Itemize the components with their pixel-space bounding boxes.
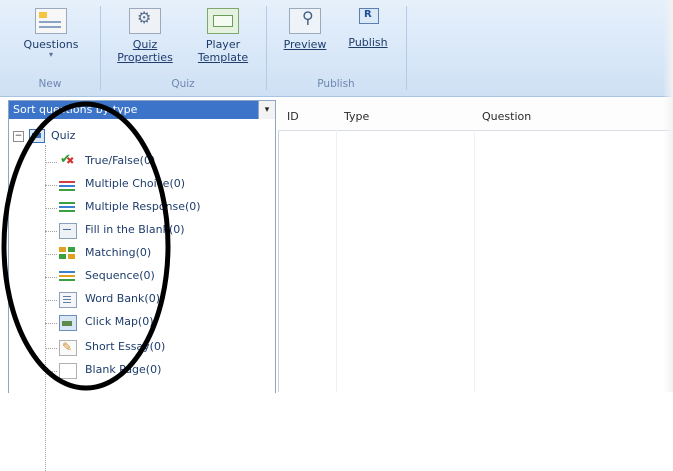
sort-dropdown[interactable]: Sort questions by type ▾ bbox=[9, 101, 275, 119]
template-icon bbox=[207, 8, 239, 34]
tree-connector bbox=[45, 300, 57, 301]
quiz-properties-button[interactable]: Quiz Properties bbox=[110, 6, 180, 64]
preview-button-label: Preview bbox=[283, 38, 327, 51]
app-window: Questions ▾ New Quiz Properties Player T… bbox=[0, 0, 673, 471]
ribbon-group-quiz: Quiz Properties Player Template Quiz bbox=[104, 4, 262, 92]
tree-connector bbox=[45, 208, 57, 209]
publish-icon bbox=[353, 8, 383, 32]
questions-icon bbox=[35, 8, 67, 34]
fill-in-blank-icon bbox=[59, 223, 77, 239]
tree-connector bbox=[45, 162, 57, 163]
column-divider bbox=[336, 130, 337, 392]
sort-dropdown-value: Sort questions by type bbox=[13, 103, 138, 116]
tree-item-label: Sequence(0) bbox=[85, 269, 155, 282]
preview-button[interactable]: Preview bbox=[276, 6, 334, 51]
ribbon: Questions ▾ New Quiz Properties Player T… bbox=[0, 0, 673, 97]
player-template-label-line2: Template bbox=[197, 51, 249, 64]
tree-connector bbox=[45, 254, 57, 255]
blank-page-icon bbox=[59, 363, 77, 379]
ribbon-group-publish: Preview Publish Publish bbox=[270, 4, 402, 92]
word-bank-icon bbox=[59, 292, 77, 308]
group-label-quiz: Quiz bbox=[171, 78, 195, 90]
sequence-icon bbox=[59, 269, 75, 283]
question-tree-panel: Sort questions by type ▾ − Quiz True/Fal… bbox=[8, 100, 276, 471]
tree-item-label: Word Bank(0) bbox=[85, 292, 160, 305]
column-header-type[interactable]: Type bbox=[344, 110, 369, 123]
publish-button[interactable]: Publish bbox=[340, 6, 396, 49]
player-template-label-line1: Player bbox=[205, 38, 241, 51]
tree-root-label: Quiz bbox=[51, 129, 76, 142]
column-header-question[interactable]: Question bbox=[482, 110, 531, 123]
group-label-new: New bbox=[38, 78, 62, 90]
quiz-properties-label-line2: Properties bbox=[117, 51, 173, 64]
click-map-icon bbox=[59, 315, 77, 331]
publish-button-label: Publish bbox=[348, 36, 388, 49]
ribbon-separator bbox=[266, 6, 267, 90]
questions-button[interactable]: Questions ▾ bbox=[20, 6, 82, 59]
grid-header: ID Type Question bbox=[278, 100, 673, 131]
ribbon-separator bbox=[406, 6, 407, 90]
tree-connector bbox=[45, 185, 57, 186]
quiz-properties-label-line1: Quiz bbox=[132, 38, 158, 51]
ribbon-group-new: Questions ▾ New bbox=[4, 4, 96, 92]
tree-item-label: Fill in the Blank(0) bbox=[85, 223, 185, 236]
chevron-down-icon[interactable]: ▾ bbox=[20, 51, 82, 59]
preview-icon bbox=[289, 8, 321, 34]
gear-icon bbox=[129, 8, 161, 34]
tree-connector bbox=[45, 145, 46, 471]
column-header-id[interactable]: ID bbox=[287, 110, 299, 123]
tree-connector bbox=[45, 348, 57, 349]
tree-connector bbox=[45, 231, 57, 232]
tree-item-label: Click Map(0) bbox=[85, 315, 154, 328]
tree-item-label: True/False(0) bbox=[85, 154, 156, 167]
tree-connector bbox=[45, 371, 57, 372]
matching-icon bbox=[59, 246, 75, 260]
multiple-response-icon bbox=[59, 200, 75, 214]
questions-grid: ID Type Question bbox=[278, 100, 673, 392]
tree-item-label: Blank Page(0) bbox=[85, 363, 162, 376]
tree-connector bbox=[45, 277, 57, 278]
tree-item-label: Multiple Choice(0) bbox=[85, 177, 186, 190]
quiz-icon bbox=[29, 129, 45, 143]
collapse-icon[interactable]: − bbox=[13, 131, 24, 142]
tree-connector bbox=[45, 323, 57, 324]
player-template-button[interactable]: Player Template bbox=[188, 6, 258, 64]
true-false-icon bbox=[59, 152, 75, 168]
tree-item-label: Matching(0) bbox=[85, 246, 152, 259]
dropdown-arrow-icon[interactable]: ▾ bbox=[258, 101, 275, 119]
multiple-choice-icon bbox=[59, 177, 75, 193]
tree-item-label: Multiple Response(0) bbox=[85, 200, 201, 213]
grid-border bbox=[278, 100, 279, 392]
tree-item-label: Short Essay(0) bbox=[85, 340, 166, 353]
short-essay-icon bbox=[59, 340, 77, 356]
group-label-publish: Publish bbox=[317, 78, 355, 90]
column-divider bbox=[474, 130, 475, 392]
ribbon-separator bbox=[100, 6, 101, 90]
